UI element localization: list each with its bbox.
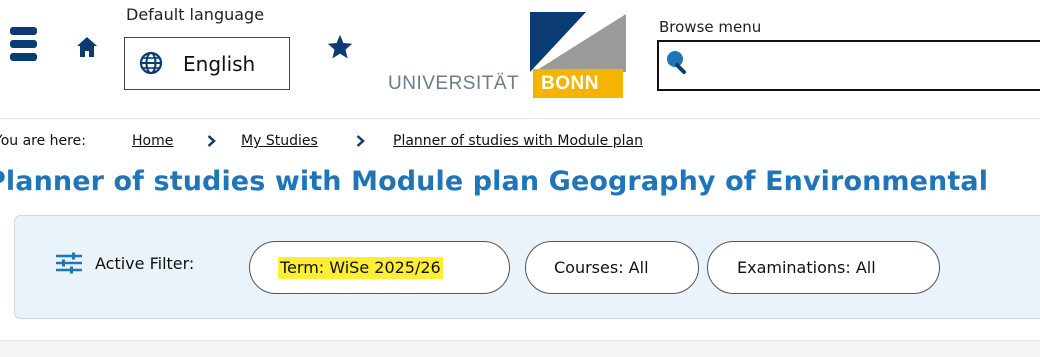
home-icon xyxy=(77,37,97,57)
home-button[interactable] xyxy=(76,36,98,58)
page-title: Planner of studies with Module plan Geog… xyxy=(0,166,989,197)
examinations-filter-label: Examinations: All xyxy=(737,258,876,277)
globe-icon xyxy=(139,51,163,75)
courses-filter-label: Courses: All xyxy=(554,258,649,277)
main-menu-button[interactable] xyxy=(10,27,37,63)
breadcrumb-prefix: You are here: xyxy=(0,133,86,149)
header: Default language English UNIVERSITÄT BON… xyxy=(0,0,1040,118)
browse-menu-search-input[interactable] xyxy=(657,40,1040,91)
breadcrumb-my-studies-link[interactable]: My Studies xyxy=(241,130,318,152)
browse-menu-label: Browse menu xyxy=(659,18,762,36)
header-divider xyxy=(0,118,1040,119)
logo-bonn-box: BONN xyxy=(533,69,623,98)
hamburger-bar xyxy=(10,53,37,61)
hamburger-bar xyxy=(10,40,37,48)
language-value: English xyxy=(183,52,256,76)
star-icon xyxy=(327,34,353,59)
breadcrumb-planner-link[interactable]: Planner of studies with Module plan xyxy=(393,130,643,152)
bookmark-button[interactable] xyxy=(326,33,354,61)
active-filter-label: Active Filter: xyxy=(95,254,195,273)
language-selector[interactable]: English xyxy=(124,37,290,90)
hamburger-menu-icon xyxy=(10,27,37,35)
term-filter-label: Term: WiSe 2025/26 xyxy=(278,257,443,279)
content-section-edge xyxy=(0,340,1040,357)
logo-emblem xyxy=(530,12,626,72)
default-language-label: Default language xyxy=(126,5,265,24)
logo-bonn-text: BONN xyxy=(541,73,599,94)
chevron-right-icon xyxy=(356,135,365,147)
search-icon xyxy=(667,51,686,74)
logo-university-text: UNIVERSITÄT xyxy=(388,73,520,94)
breadcrumb-home-link[interactable]: Home xyxy=(132,130,173,152)
university-logo[interactable]: UNIVERSITÄT BONN xyxy=(382,12,626,116)
chevron-right-icon xyxy=(207,135,216,147)
examinations-filter-button[interactable]: Examinations: All xyxy=(707,241,940,294)
term-filter-button[interactable]: Term: WiSe 2025/26 xyxy=(249,241,510,294)
filter-sliders-icon xyxy=(56,252,82,274)
courses-filter-button[interactable]: Courses: All xyxy=(525,241,699,294)
active-filter-panel: Active Filter: Term: WiSe 2025/26 Course… xyxy=(14,215,1040,319)
